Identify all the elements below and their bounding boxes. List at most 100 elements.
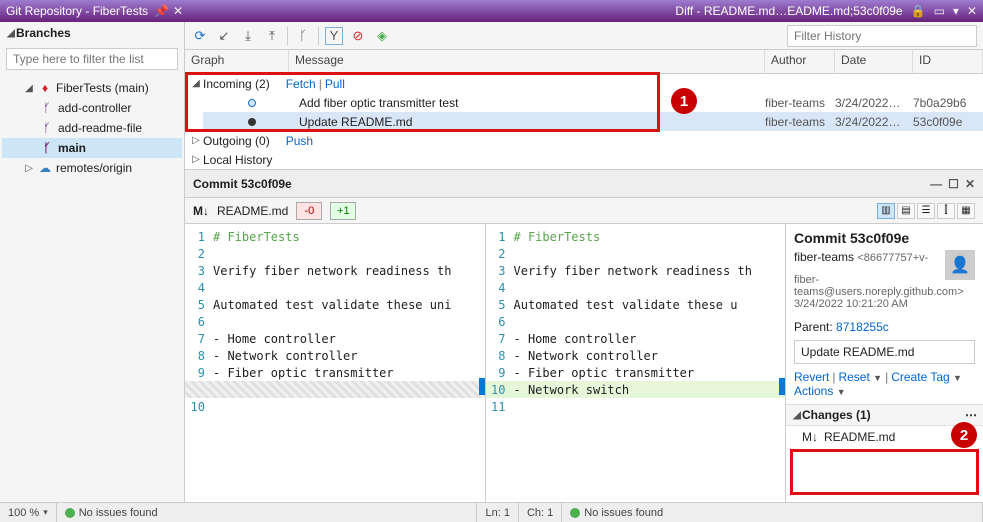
diff-right-pane[interactable]: 1# FiberTests23Verify fiber network read… <box>486 224 786 502</box>
col-message[interactable]: Message <box>289 50 765 73</box>
code-line: 7- Home controller <box>185 330 485 347</box>
close-icon[interactable]: ✕ <box>965 177 975 191</box>
zoom-control[interactable]: 100 % ▾ <box>0 503 57 522</box>
remotes-node[interactable]: ▷ ☁ remotes/origin <box>2 158 182 178</box>
repo-node[interactable]: ◢ ♦ FiberTests (main) <box>2 78 182 98</box>
branch-icon: ᚶ <box>40 141 54 155</box>
diff-left-pane[interactable]: 1# FiberTests23Verify fiber network read… <box>185 224 486 502</box>
side-by-side-view-icon[interactable]: ▥ <box>877 203 895 219</box>
dropdown-icon[interactable]: ▼ <box>873 373 882 383</box>
branch-icon: ᚶ <box>40 121 54 135</box>
avatar-icon: 👤 <box>945 250 975 280</box>
branch-add-controller[interactable]: ᚶ add-controller <box>2 98 182 118</box>
cloud-icon: ☁ <box>38 161 52 175</box>
refresh-icon[interactable]: ⟳ <box>191 27 209 45</box>
actions-link[interactable]: Actions <box>794 384 833 398</box>
branch-graph-icon[interactable]: ᚴ <box>294 27 312 45</box>
code-line: 8- Network controller <box>486 347 786 364</box>
parent-sha-link[interactable]: 8718255c <box>836 320 889 334</box>
branch-label: add-readme-file <box>58 121 142 135</box>
branch-label: add-controller <box>58 101 131 115</box>
changes-header[interactable]: ◢ Changes (1) ⋯ <box>786 404 983 426</box>
code-line: 9- Fiber optic transmitter <box>185 364 485 381</box>
outgoing-label: Outgoing (0) <box>203 134 270 148</box>
branches-sidebar: ◢ Branches ◢ ♦ FiberTests (main) ᚶ add-c… <box>0 22 185 502</box>
code-line: 2 <box>185 245 485 262</box>
issues-label: No issues found <box>584 507 663 519</box>
minimize-icon[interactable]: — <box>930 177 942 191</box>
view-option-icon[interactable]: ▦ <box>957 203 975 219</box>
details-author-suffix: <86677757+v- <box>857 252 928 264</box>
callout-circle-2: 2 <box>951 422 977 448</box>
sidebar-header: Branches <box>16 26 71 40</box>
branch-main[interactable]: ᚶ main <box>2 138 182 158</box>
code-line: 5Automated test validate these uni <box>185 296 485 313</box>
tag-icon[interactable]: ◈ <box>373 27 391 45</box>
revert-link[interactable]: Revert <box>794 370 829 384</box>
caret-icon: ◢ <box>24 83 34 94</box>
line-indicator[interactable]: Ln: 1 <box>477 503 518 522</box>
history-body: ◢ Incoming (2) Fetch | Pull Add fiber op… <box>185 74 983 170</box>
dropdown-icon[interactable]: ▼ <box>953 373 962 383</box>
char-indicator[interactable]: Ch: 1 <box>519 503 562 522</box>
history-toolbar: ⟳ ↙ ⤓ ⤒ ᚴ Y ⊘ ◈ <box>185 22 983 50</box>
dropdown-icon[interactable]: ▾ <box>953 4 959 18</box>
code-line: 3Verify fiber network readiness th <box>486 262 786 279</box>
commit-id: 53c0f09e <box>913 115 983 129</box>
push-link[interactable]: Push <box>286 134 313 148</box>
code-line: 7- Home controller <box>486 330 786 347</box>
col-id[interactable]: ID <box>913 50 983 73</box>
dropdown-icon[interactable]: ▼ <box>837 387 846 397</box>
reset-link[interactable]: Reset <box>838 370 869 384</box>
filter-history-input[interactable] <box>787 25 977 47</box>
code-line <box>185 381 485 398</box>
preview-icon[interactable]: ▭ <box>934 4 945 18</box>
commit-author: fiber-teams <box>765 96 835 110</box>
caret-icon[interactable]: ◢ <box>6 28 16 39</box>
branch-icon: ᚶ <box>40 101 54 115</box>
code-line: 5Automated test validate these u <box>486 296 786 313</box>
view-option-icon[interactable]: ☰ <box>917 203 935 219</box>
close-icon[interactable]: ✕ <box>967 4 977 18</box>
file-name: README.md <box>217 204 288 218</box>
push-icon[interactable]: ⤒ <box>263 27 281 45</box>
added-badge: +1 <box>330 202 356 220</box>
code-line: 6 <box>486 313 786 330</box>
abort-icon[interactable]: ⊘ <box>349 27 367 45</box>
code-line: 3Verify fiber network readiness th <box>185 262 485 279</box>
col-graph[interactable]: Graph <box>185 50 289 73</box>
repo-label: FiberTests (main) <box>56 81 149 95</box>
filter-toggle-icon[interactable]: Y <box>325 27 343 45</box>
code-line: 8- Network controller <box>185 347 485 364</box>
commit-message-box[interactable]: Update README.md <box>794 340 975 364</box>
fetch-icon[interactable]: ↙ <box>215 27 233 45</box>
code-line: 11 <box>486 398 786 415</box>
col-author[interactable]: Author <box>765 50 835 73</box>
caret-icon: ▷ <box>24 163 34 174</box>
pull-icon[interactable]: ⤓ <box>239 27 257 45</box>
local-history-group[interactable]: ▷ Local History <box>185 150 983 169</box>
col-date[interactable]: Date <box>835 50 913 73</box>
diff-marker <box>479 378 485 395</box>
title-right: Diff - README.md…EADME.md;53c0f09e <box>675 4 902 18</box>
branch-filter-input[interactable] <box>6 48 178 70</box>
file-icon: M↓ <box>193 204 209 218</box>
maximize-icon[interactable]: ☐ <box>948 177 959 191</box>
inline-view-icon[interactable]: ▤ <box>897 203 915 219</box>
outgoing-group[interactable]: ▷ Outgoing (0) Push <box>185 131 983 150</box>
more-icon[interactable]: ⋯ <box>965 408 977 422</box>
changes-header-label: Changes (1) <box>802 408 871 422</box>
details-timestamp: 3/24/2022 10:21:20 AM <box>794 298 975 310</box>
details-title: Commit 53c0f09e <box>794 230 975 246</box>
view-option-icon[interactable]: ⫿ <box>937 203 955 219</box>
create-tag-link[interactable]: Create Tag <box>891 370 949 384</box>
commit-date: 3/24/2022… <box>835 115 913 129</box>
branch-add-readme-file[interactable]: ᚶ add-readme-file <box>2 118 182 138</box>
parent-label: Parent: <box>794 320 833 334</box>
close-icon[interactable]: ✕ <box>173 4 183 18</box>
code-line: 9- Fiber optic transmitter <box>486 364 786 381</box>
lock-icon: 🔒 <box>911 4 926 18</box>
status-ok-icon <box>65 508 75 518</box>
pin-icon[interactable]: 📌 <box>154 4 169 18</box>
code-line: 1# FiberTests <box>185 228 485 245</box>
